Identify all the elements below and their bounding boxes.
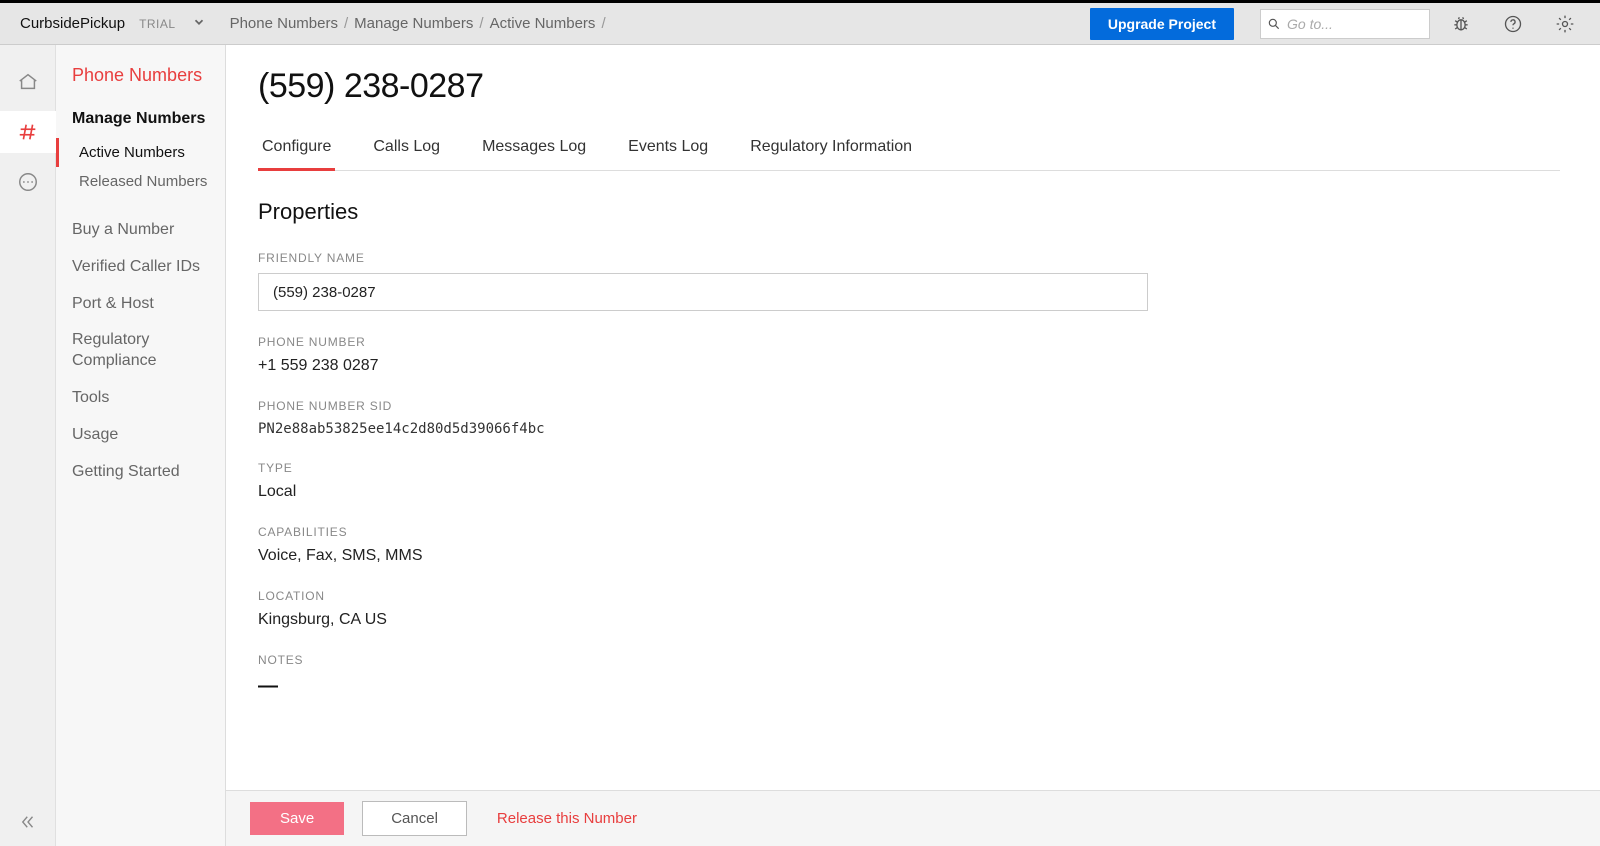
rail-more-icon[interactable] bbox=[0, 161, 56, 203]
breadcrumb-separator: / bbox=[344, 15, 348, 32]
project-name[interactable]: CurbsidePickup bbox=[20, 15, 125, 32]
sidebar: Phone Numbers Manage Numbers Active Numb… bbox=[56, 45, 226, 846]
prop-label: CAPABILITIES bbox=[258, 525, 1158, 539]
tab-messages-log[interactable]: Messages Log bbox=[478, 128, 590, 171]
upgrade-project-button[interactable]: Upgrade Project bbox=[1090, 8, 1234, 40]
breadcrumb-item[interactable]: Active Numbers bbox=[490, 15, 596, 32]
prop-phone-number: PHONE NUMBER +1 559 238 0287 bbox=[258, 335, 1158, 375]
help-icon[interactable] bbox=[1492, 3, 1534, 45]
release-number-link[interactable]: Release this Number bbox=[497, 810, 637, 827]
prop-value: +1 559 238 0287 bbox=[258, 357, 1158, 375]
sidebar-title[interactable]: Phone Numbers bbox=[56, 65, 225, 104]
page-title: (559) 238-0287 bbox=[258, 67, 1560, 106]
tab-regulatory-information[interactable]: Regulatory Information bbox=[746, 128, 916, 171]
tab-configure[interactable]: Configure bbox=[258, 128, 335, 171]
prop-label: PHONE NUMBER bbox=[258, 335, 1158, 349]
prop-type: TYPE Local bbox=[258, 461, 1158, 501]
search-wrap[interactable] bbox=[1260, 9, 1430, 39]
sidebar-item-tools[interactable]: Tools bbox=[56, 380, 225, 417]
breadcrumb-separator: / bbox=[601, 15, 605, 32]
settings-gear-icon[interactable] bbox=[1544, 3, 1586, 45]
sidebar-item-getting-started[interactable]: Getting Started bbox=[56, 454, 225, 491]
prop-value: PN2e88ab53825ee14c2d80d5d39066f4bc bbox=[258, 421, 1158, 437]
prop-value: — bbox=[258, 675, 1158, 698]
project-switcher-chevron-icon[interactable] bbox=[192, 15, 206, 32]
prop-label: PHONE NUMBER SID bbox=[258, 399, 1158, 413]
prop-location: LOCATION Kingsburg, CA US bbox=[258, 589, 1158, 629]
tab-calls-log[interactable]: Calls Log bbox=[369, 128, 444, 171]
rail-home-icon[interactable] bbox=[0, 61, 56, 103]
save-button[interactable]: Save bbox=[250, 802, 344, 835]
footer-action-bar: Save Cancel Release this Number bbox=[226, 790, 1600, 846]
prop-value: Local bbox=[258, 483, 1158, 501]
prop-friendly-name: FRIENDLY NAME bbox=[258, 251, 1158, 311]
prop-label: LOCATION bbox=[258, 589, 1158, 603]
sidebar-item-regulatory-compliance[interactable]: Regulatory Compliance bbox=[56, 322, 225, 380]
debug-icon[interactable] bbox=[1440, 3, 1482, 45]
tab-events-log[interactable]: Events Log bbox=[624, 128, 712, 171]
prop-sid: PHONE NUMBER SID PN2e88ab53825ee14c2d80d… bbox=[258, 399, 1158, 437]
sidebar-item-verified-caller-ids[interactable]: Verified Caller IDs bbox=[56, 249, 225, 286]
icon-rail bbox=[0, 45, 56, 846]
breadcrumb: Phone Numbers / Manage Numbers / Active … bbox=[230, 15, 606, 32]
prop-capabilities: CAPABILITIES Voice, Fax, SMS, MMS bbox=[258, 525, 1158, 565]
search-input[interactable] bbox=[1287, 16, 1423, 32]
prop-label: TYPE bbox=[258, 461, 1158, 475]
cancel-button[interactable]: Cancel bbox=[362, 801, 467, 836]
sidebar-heading-manage[interactable]: Manage Numbers bbox=[56, 104, 225, 138]
sidebar-item-usage[interactable]: Usage bbox=[56, 417, 225, 454]
top-bar: CurbsidePickup TRIAL Phone Numbers / Man… bbox=[0, 3, 1600, 45]
sidebar-item-released-numbers[interactable]: Released Numbers bbox=[56, 167, 225, 196]
section-title-properties: Properties bbox=[258, 199, 1560, 225]
friendly-name-input[interactable] bbox=[258, 273, 1148, 311]
prop-label: NOTES bbox=[258, 653, 1158, 667]
trial-badge: TRIAL bbox=[139, 17, 176, 31]
sidebar-item-active-numbers[interactable]: Active Numbers bbox=[56, 138, 225, 167]
rail-phone-numbers-icon[interactable] bbox=[0, 111, 56, 153]
search-icon bbox=[1267, 17, 1281, 31]
breadcrumb-item[interactable]: Manage Numbers bbox=[354, 15, 473, 32]
prop-value: Kingsburg, CA US bbox=[258, 611, 1158, 629]
sidebar-item-port-host[interactable]: Port & Host bbox=[56, 286, 225, 323]
prop-notes: NOTES — bbox=[258, 653, 1158, 698]
breadcrumb-item[interactable]: Phone Numbers bbox=[230, 15, 338, 32]
rail-collapse-icon[interactable] bbox=[0, 798, 56, 846]
prop-value: Voice, Fax, SMS, MMS bbox=[258, 547, 1158, 565]
prop-label: FRIENDLY NAME bbox=[258, 251, 1158, 265]
sidebar-item-buy-number[interactable]: Buy a Number bbox=[56, 212, 225, 249]
tab-bar: Configure Calls Log Messages Log Events … bbox=[258, 128, 1560, 171]
main-panel: (559) 238-0287 Configure Calls Log Messa… bbox=[226, 45, 1600, 846]
breadcrumb-separator: / bbox=[479, 15, 483, 32]
